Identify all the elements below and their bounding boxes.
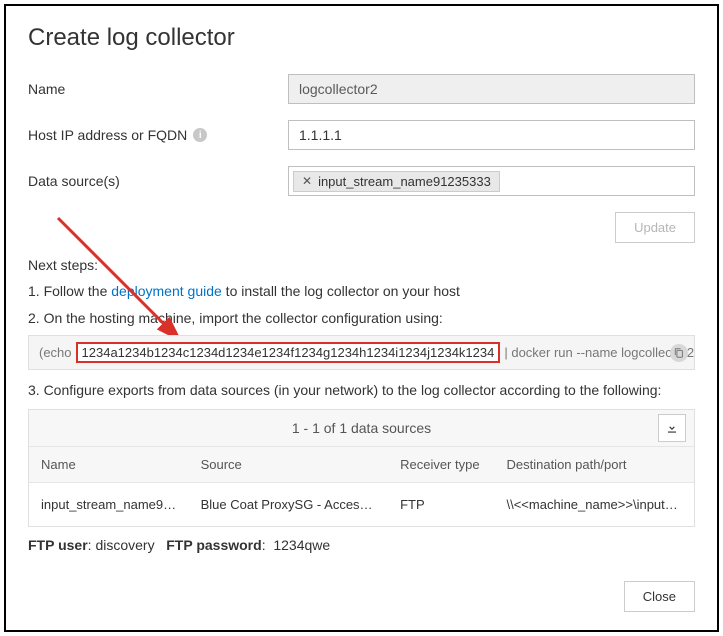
table-caption: 1 - 1 of 1 data sources [292,420,431,436]
data-sources-table: 1 - 1 of 1 data sources Name Source Rece… [28,409,695,527]
download-button[interactable] [658,414,686,442]
ftp-credentials: FTP user: discovery FTP password: 1234qw… [28,537,695,553]
download-icon [665,421,679,435]
table-header-row: Name Source Receiver type Destination pa… [29,447,694,483]
copy-icon[interactable] [670,344,688,362]
update-button[interactable]: Update [615,212,695,243]
host-label: Host IP address or FQDN i [28,127,288,143]
col-destination[interactable]: Destination path/port [494,447,694,483]
remove-tag-icon[interactable]: ✕ [302,174,312,188]
deployment-guide-link[interactable]: deployment guide [111,283,222,299]
data-sources-input[interactable]: ✕ input_stream_name91235333 [288,166,695,196]
col-name[interactable]: Name [29,447,189,483]
col-receiver[interactable]: Receiver type [388,447,494,483]
next-steps-header: Next steps: [28,257,695,273]
step-1: 1. Follow the deployment guide to instal… [28,281,695,302]
name-label: Name [28,81,288,97]
api-token-highlight: 1234a1234b1234c1234d1234e1234f1234g1234h… [76,342,501,363]
info-icon[interactable]: i [193,128,207,142]
col-source[interactable]: Source [189,447,389,483]
dialog-title: Create log collector [28,24,695,52]
command-box[interactable]: (echo 1234a1234b1234c1234d1234e1234f1234… [28,335,695,370]
table-row[interactable]: input_stream_name9… Blue Coat ProxySG - … [29,483,694,527]
step-3: 3. Configure exports from data sources (… [28,380,695,401]
step-2: 2. On the hosting machine, import the co… [28,308,695,329]
name-input[interactable] [288,74,695,104]
close-button[interactable]: Close [624,581,695,612]
host-input[interactable] [288,120,695,150]
data-sources-label: Data source(s) [28,173,288,189]
data-source-tag[interactable]: ✕ input_stream_name91235333 [293,171,500,192]
